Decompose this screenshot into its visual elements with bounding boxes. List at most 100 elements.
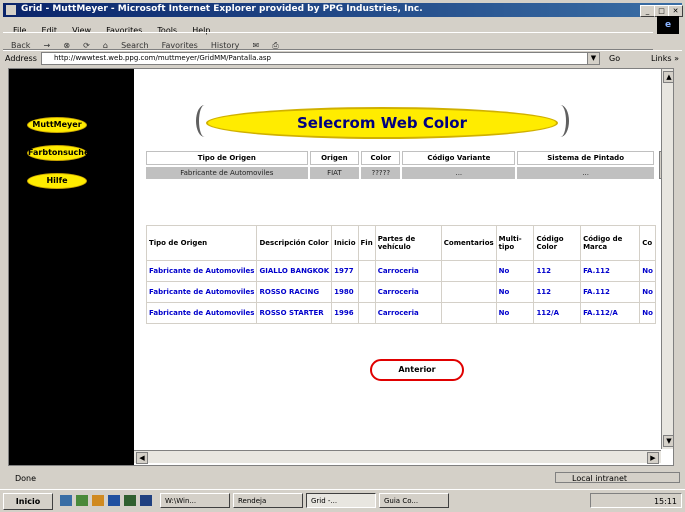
scroll-left-icon[interactable]: ◀: [136, 452, 148, 464]
quicklaunch-outlook-icon[interactable]: [92, 495, 104, 506]
history-button[interactable]: History: [211, 41, 239, 50]
cell[interactable]: [358, 261, 375, 281]
cell[interactable]: ROSSO STARTER: [257, 303, 332, 323]
cell[interactable]: FA.112/A: [581, 303, 640, 323]
cell[interactable]: [441, 303, 496, 323]
page-content: MuttMeyer Farbtonsuche Hilfe Selecrom We…: [8, 68, 674, 466]
anterior-button[interactable]: Anterior: [370, 359, 464, 381]
quicklaunch-ie-icon[interactable]: [60, 495, 72, 506]
refresh-icon[interactable]: ⟳: [83, 41, 90, 50]
cell[interactable]: FA.112: [581, 282, 640, 302]
cell[interactable]: [441, 261, 496, 281]
cell[interactable]: 1996: [332, 303, 358, 323]
cell[interactable]: FA.112: [581, 261, 640, 281]
address-input[interactable]: http://wwwtest.web.ppg.com/muttmeyer/Gri…: [41, 52, 595, 65]
status-bar: Done Local intranet: [3, 471, 682, 485]
col-header: Código de Marca: [581, 226, 640, 260]
cell[interactable]: [358, 282, 375, 302]
task-grid[interactable]: Grid -...: [306, 493, 376, 508]
cell[interactable]: No: [496, 282, 534, 302]
scroll-down-icon[interactable]: ▼: [663, 435, 673, 447]
links-button[interactable]: Links »: [651, 54, 679, 63]
sidebar-item-hilfe[interactable]: Hilfe: [27, 173, 87, 189]
filter-value-sistema: ...: [517, 167, 654, 179]
cell[interactable]: Carroceria: [375, 303, 441, 323]
task-explorer[interactable]: W:\Win...: [160, 493, 230, 508]
quicklaunch-excel-icon[interactable]: [124, 495, 136, 506]
sidebar-item-farbtonsuche[interactable]: Farbtonsuche: [27, 145, 89, 161]
toolbar: Back → ⊗ ⟳ ⌂ Search Favorites History ✉ …: [3, 32, 653, 50]
cell[interactable]: No: [640, 261, 655, 281]
cell[interactable]: 112: [534, 282, 581, 302]
table-row[interactable]: Fabricante de Automoviles ROSSO RACING 1…: [147, 282, 655, 302]
cell[interactable]: No: [496, 303, 534, 323]
cell[interactable]: 112/A: [534, 303, 581, 323]
cell[interactable]: Fabricante de Automoviles: [147, 282, 257, 302]
sidebar-item-muttmeyer[interactable]: MuttMeyer: [27, 117, 87, 133]
cell[interactable]: [441, 282, 496, 302]
filter-header-origen[interactable]: Origen: [309, 151, 360, 165]
cell[interactable]: 1980: [332, 282, 358, 302]
back-button[interactable]: Back: [11, 41, 30, 50]
minimize-button[interactable]: _: [640, 5, 655, 17]
col-header: Código Color: [534, 226, 581, 260]
main-area: Selecrom Web Color Tipo de Origen Origen…: [134, 69, 671, 449]
horizontal-scrollbar[interactable]: ◀ ▶: [134, 450, 661, 464]
favorites-button[interactable]: Favorites: [162, 41, 198, 50]
quicklaunch-app-icon[interactable]: [108, 495, 120, 506]
task-guia[interactable]: Guia Co...: [379, 493, 449, 508]
system-tray: 15:11: [590, 493, 682, 508]
filter-value-codigo: ...: [402, 167, 516, 179]
clock: 15:11: [653, 497, 677, 506]
cell[interactable]: Fabricante de Automoviles: [147, 261, 257, 281]
stop-icon[interactable]: ⊗: [63, 41, 70, 50]
cell[interactable]: 112: [534, 261, 581, 281]
cell[interactable]: Carroceria: [375, 282, 441, 302]
start-button[interactable]: Inicio: [3, 493, 53, 510]
window-title: Grid - MuttMeyer - Microsoft Internet Ex…: [21, 4, 423, 14]
scroll-up-icon[interactable]: ▲: [663, 71, 673, 83]
filter-header-color[interactable]: Color: [361, 151, 401, 165]
mail-icon[interactable]: ✉: [252, 41, 259, 50]
table-row[interactable]: Fabricante de Automoviles ROSSO STARTER …: [147, 303, 655, 323]
cell[interactable]: No: [640, 303, 655, 323]
go-button[interactable]: Go: [609, 54, 620, 63]
banner: Selecrom Web Color: [206, 107, 558, 139]
cell[interactable]: 1977: [332, 261, 358, 281]
filter-header-tipo[interactable]: Tipo de Origen: [146, 151, 308, 165]
address-dropdown-icon[interactable]: ▼: [587, 52, 600, 65]
col-header: Inicio: [332, 226, 358, 260]
forward-button[interactable]: →: [44, 41, 51, 50]
cell[interactable]: No: [640, 282, 655, 302]
quicklaunch-word-icon[interactable]: [140, 495, 152, 506]
cell[interactable]: [358, 303, 375, 323]
search-button[interactable]: Search: [121, 41, 148, 50]
col-header: Tipo de Origen: [147, 226, 257, 260]
filter-value-origen: FIAT: [309, 167, 360, 179]
home-icon[interactable]: ⌂: [103, 41, 108, 50]
title-bar: Grid - MuttMeyer - Microsoft Internet Ex…: [3, 3, 683, 17]
cell[interactable]: ROSSO RACING: [257, 282, 332, 302]
status-text: Done: [15, 474, 37, 483]
scroll-right-icon[interactable]: ▶: [647, 452, 659, 464]
address-label: Address: [5, 54, 37, 63]
cell[interactable]: Carroceria: [375, 261, 441, 281]
table-header-row: Tipo de Origen Descripción Color Inicio …: [147, 226, 655, 260]
filter-header-sistema[interactable]: Sistema de Pintado: [517, 151, 654, 165]
cell[interactable]: GIALLO BANGKOK: [257, 261, 332, 281]
ie-icon: [6, 5, 16, 15]
col-header: Multi-tipo: [496, 226, 534, 260]
quicklaunch-desktop-icon[interactable]: [76, 495, 88, 506]
vertical-scrollbar[interactable]: ▲ ▼: [661, 69, 673, 449]
filter-header-codigo[interactable]: Código Variante: [402, 151, 516, 165]
taskbar: Inicio W:\Win... Rendeja Grid -... Guia …: [0, 489, 685, 512]
cell[interactable]: No: [496, 261, 534, 281]
table-row[interactable]: Fabricante de Automoviles GIALLO BANGKOK…: [147, 261, 655, 281]
filter-value-color: ?????: [361, 167, 401, 179]
col-header: Co: [640, 226, 655, 260]
cell[interactable]: Fabricante de Automoviles: [147, 303, 257, 323]
filter-value-tipo: Fabricante de Automoviles: [146, 167, 308, 179]
task-rendeja[interactable]: Rendeja: [233, 493, 303, 508]
col-header: Comentarios: [441, 226, 496, 260]
swoosh-right: [552, 105, 569, 137]
